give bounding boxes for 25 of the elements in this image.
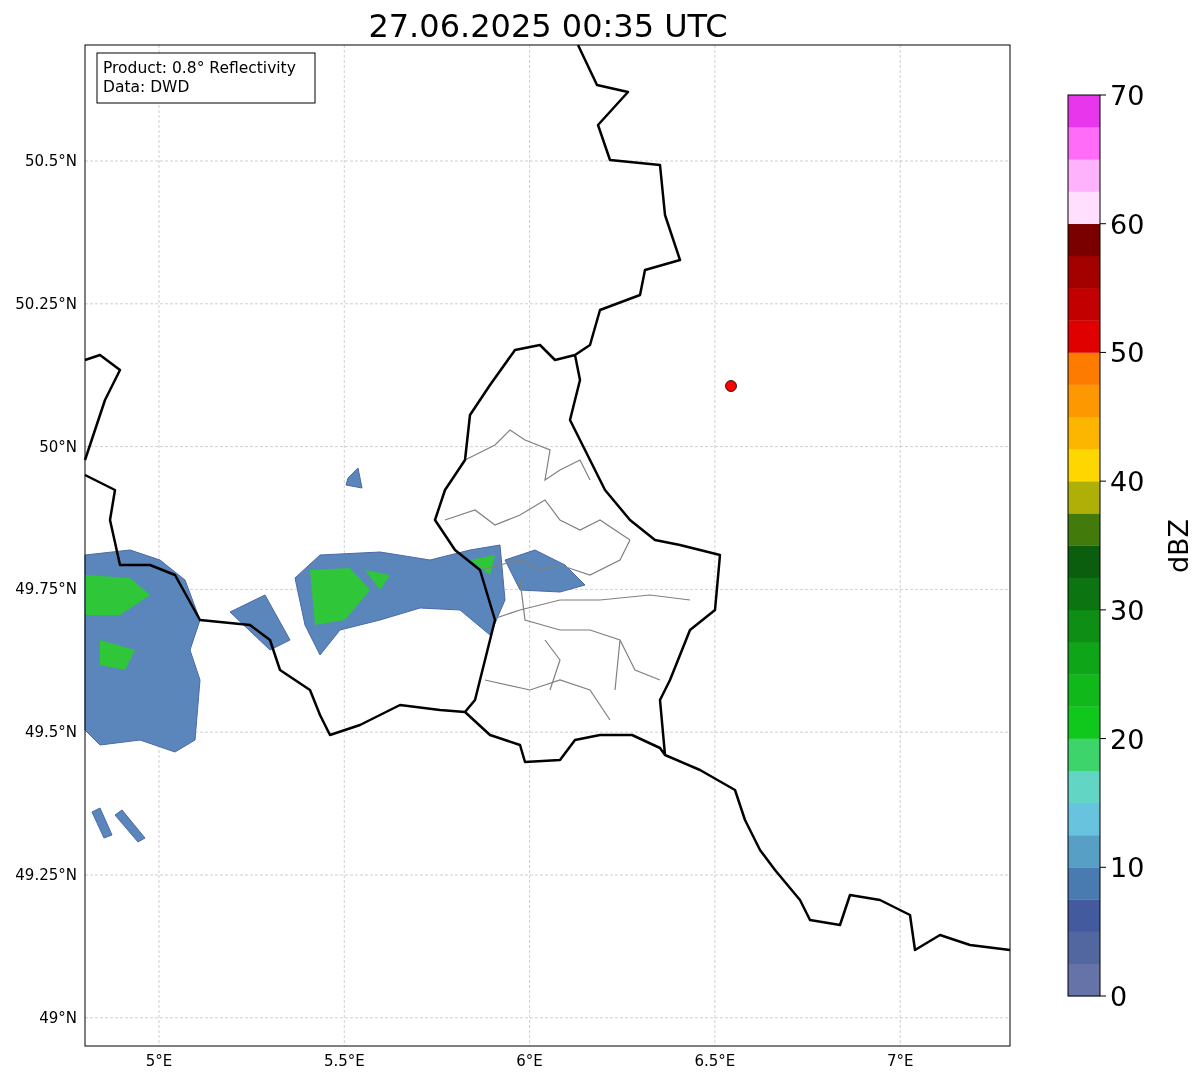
colorbar-tick-label: 70: [1110, 80, 1145, 111]
colorbar-tick-label: 20: [1110, 723, 1145, 755]
radar-site-marker: [725, 380, 737, 392]
latitude-label: 50.5°N: [24, 152, 77, 170]
longitude-label: 6.5°E: [694, 1052, 736, 1070]
longitude-label: 5°E: [145, 1052, 173, 1070]
colorbar-tick-label: 0: [1110, 981, 1128, 1012]
info-text: Product: 0.8° Reflectivity: [103, 59, 296, 77]
colorbar-tick-label: 40: [1110, 466, 1145, 498]
longitude-label: 6°E: [516, 1052, 543, 1070]
colorbar-tick-label: 30: [1110, 594, 1145, 626]
chart-title: 27.06.2025 00:35 UTC: [368, 7, 728, 45]
colorbar-tick-label: 50: [1110, 337, 1145, 369]
latitude-label: 49.25°N: [15, 866, 77, 884]
latitude-label: 49.5°N: [24, 723, 77, 742]
colorbar-tick-label: 60: [1110, 208, 1145, 240]
latitude-label: 50.25°N: [15, 294, 77, 313]
colorbar-tick-label: 10: [1110, 852, 1145, 884]
longitude-label: 5.5°E: [323, 1052, 365, 1070]
info-text: Data: DWD: [103, 78, 190, 96]
latitude-label: 50°N: [39, 437, 77, 456]
latitude-label: 49.75°N: [15, 580, 77, 599]
longitude-label: 7°E: [886, 1052, 914, 1070]
latitude-label: 49°N: [39, 1008, 77, 1027]
colorbar-label: dBZ: [1163, 518, 1194, 574]
